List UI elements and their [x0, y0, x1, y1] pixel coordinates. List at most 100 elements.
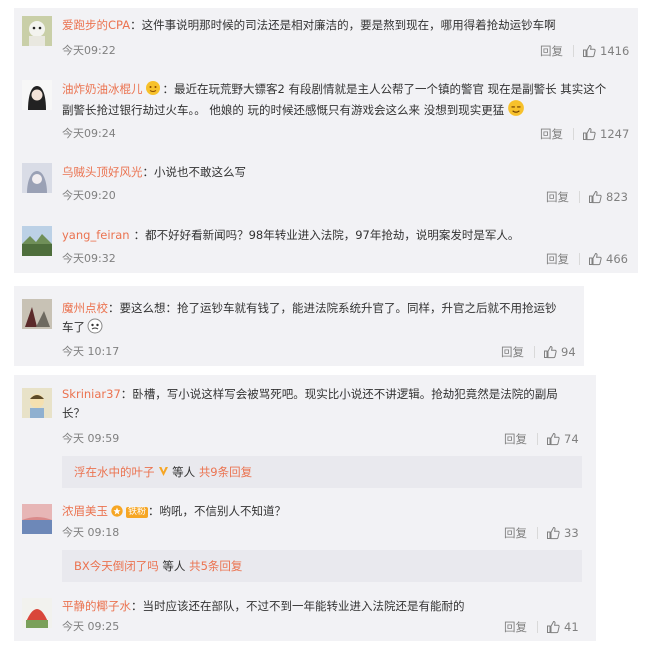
avatar[interactable]: [22, 163, 52, 193]
timestamp: 今天09:20: [62, 189, 116, 202]
reply-button[interactable]: 回复: [540, 43, 563, 59]
comment-text: ：都不好好看新闻吗？98年转业进入法院，97年抢劫，说明案发时是军人。: [133, 228, 520, 242]
comment-text: ：这件事说明那时候的司法还是相对廉洁的，要是熬到现在，哪用得着抢劫运钞车啊: [130, 18, 556, 32]
username[interactable]: 平静的椰子水: [62, 599, 131, 613]
timestamp: 今天 10:17: [62, 345, 120, 358]
sub-reply-user[interactable]: 浮在水中的叶子: [74, 465, 155, 479]
comment-text: ：当时应该还在部队，不过不到一年能转业进入法院还是有能耐的: [131, 599, 465, 613]
comment-actions: 回复 74: [504, 431, 579, 447]
comment-actions: 回复 466: [546, 251, 628, 267]
comment-line: 浓眉美玉 铁粉 ：哟吼，不信别人不知道？: [62, 502, 286, 520]
reply-button[interactable]: 回复: [501, 344, 524, 360]
like-button[interactable]: 1416: [582, 44, 629, 58]
avatar[interactable]: [22, 16, 52, 46]
comment-actions: 回复 1416: [540, 43, 629, 59]
sub-replies-summary[interactable]: 浮在水中的叶子 等人 共9条回复: [62, 456, 582, 488]
timestamp: 今天09:22: [62, 44, 116, 57]
comment-line: 爱跑步的CPA：这件事说明那时候的司法还是相对廉洁的，要是熬到现在，哪用得着抢劫…: [62, 16, 556, 34]
avatar[interactable]: [22, 388, 52, 418]
divider: [579, 253, 580, 265]
thumbs-up-icon: [544, 345, 557, 359]
comment-actions: 回复 823: [546, 189, 628, 205]
thumbs-up-icon: [583, 127, 596, 141]
like-count: 74: [564, 432, 579, 446]
comment-text: ：卧槽，写小说这样写会被骂死吧。现实比小说还不讲逻辑。抢劫犯竟然是法院的副局: [120, 387, 558, 401]
like-count: 466: [606, 252, 628, 266]
comment-text: ：要这么想：抢了运钞车就有钱了，能进法院系统升官了。同样，升官之后就不用抢运钞: [108, 301, 557, 315]
emoji-icon: [87, 318, 103, 334]
username[interactable]: 乌贼头顶好风光: [62, 165, 143, 179]
divider: [573, 128, 574, 140]
like-button[interactable]: 33: [546, 526, 579, 540]
username[interactable]: Skriniar37: [62, 387, 121, 401]
like-count: 41: [564, 620, 579, 634]
divider: [579, 191, 580, 203]
sub-replies-line: BX今天倒闭了吗 等人 共5条回复: [74, 557, 242, 575]
reply-button[interactable]: 回复: [504, 431, 527, 447]
comment-text-continued: 车了: [62, 320, 85, 334]
comment-line: yang_feiran ：都不好好看新闻吗？98年转业进入法院，97年抢劫，说明案…: [62, 226, 519, 244]
like-button[interactable]: 74: [546, 432, 579, 446]
comment-actions: 回复 1247: [540, 126, 629, 142]
thumbs-up-icon: [547, 620, 560, 634]
sub-replies-summary[interactable]: BX今天倒闭了吗 等人 共5条回复: [62, 550, 582, 582]
username[interactable]: 浓眉美玉: [62, 504, 108, 518]
comment-line: 平静的椰子水：当时应该还在部队，不过不到一年能转业进入法院还是有能耐的: [62, 597, 465, 615]
comment-actions: 回复 41: [504, 619, 579, 635]
comment-line: Skriniar37：卧槽，写小说这样写会被骂死吧。现实比小说还不讲逻辑。抢劫犯…: [62, 385, 558, 403]
timestamp: 今天 09:59: [62, 432, 120, 445]
comment-line: 乌贼头顶好风光：小说也不敢这么写: [62, 163, 246, 181]
fan-badge-icon: [111, 505, 123, 517]
thumbs-up-icon: [583, 44, 596, 58]
divider: [537, 433, 538, 445]
timestamp: 今天09:32: [62, 252, 116, 265]
like-count: 1416: [600, 44, 630, 58]
sub-reply-mid: 等人: [168, 465, 199, 479]
like-button[interactable]: 1247: [582, 127, 629, 141]
username[interactable]: 魔州点校: [62, 301, 108, 315]
comment-line-2: 长？: [62, 404, 85, 422]
like-count: 823: [606, 190, 628, 204]
comment-line: 油炸奶油冰棍儿 ：最近在玩荒野大镖客2 有段剧情就是主人公帮了一个镇的警官 现在是…: [62, 80, 606, 98]
comment-line-2: 车了: [62, 318, 103, 336]
view-more-replies-link[interactable]: 共9条回复: [199, 465, 252, 479]
comment-line: 魔州点校：要这么想：抢了运钞车就有钱了，能进法院系统升官了。同样，升官之后就不用…: [62, 299, 557, 317]
username[interactable]: 爱跑步的CPA: [62, 18, 130, 32]
verified-v-icon: [158, 467, 168, 476]
like-count: 1247: [600, 127, 630, 141]
comment-actions: 回复 94: [501, 344, 576, 360]
divider: [573, 45, 574, 57]
like-count: 94: [561, 345, 576, 359]
avatar[interactable]: [22, 504, 52, 534]
username[interactable]: yang_feiran: [62, 228, 130, 242]
sub-replies-line: 浮在水中的叶子 等人 共9条回复: [74, 463, 252, 481]
reply-button[interactable]: 回复: [504, 525, 527, 541]
comment-text: ：哟吼，不信别人不知道？: [148, 504, 287, 518]
avatar[interactable]: [22, 80, 52, 110]
like-button[interactable]: 466: [588, 252, 628, 266]
reply-button[interactable]: 回复: [546, 189, 569, 205]
like-button[interactable]: 823: [588, 190, 628, 204]
like-button[interactable]: 94: [543, 345, 576, 359]
avatar[interactable]: [22, 598, 52, 628]
divider: [537, 527, 538, 539]
avatar[interactable]: [22, 299, 52, 329]
fan-badge: 铁粉: [126, 507, 149, 518]
sub-reply-mid: 等人: [158, 559, 190, 573]
divider: [537, 621, 538, 633]
timestamp: 今天 09:25: [62, 620, 120, 633]
comment-text: ：最近在玩荒野大镖客2 有段剧情就是主人公帮了一个镇的警官 现在是副警长 其实这…: [162, 82, 607, 96]
reply-button[interactable]: 回复: [540, 126, 563, 142]
username[interactable]: 油炸奶油冰棍儿: [62, 82, 143, 96]
thumbs-up-icon: [589, 190, 602, 204]
comment-text-continued: 副警长抢过银行劫过火车。。 他娘的 玩的时候还感慨只有游戏会这么来 没想到现实更…: [62, 103, 505, 117]
comment-line-2: 副警长抢过银行劫过火车。。 他娘的 玩的时候还感慨只有游戏会这么来 没想到现实更…: [62, 99, 525, 119]
reply-button[interactable]: 回复: [546, 251, 569, 267]
like-button[interactable]: 41: [546, 620, 579, 634]
divider: [534, 346, 535, 358]
comment-text-continued: 长？: [62, 406, 85, 420]
sub-reply-user[interactable]: BX今天倒闭了吗: [74, 559, 159, 573]
view-more-replies-link[interactable]: 共5条回复: [189, 559, 242, 573]
reply-button[interactable]: 回复: [504, 619, 527, 635]
avatar[interactable]: [22, 226, 52, 256]
